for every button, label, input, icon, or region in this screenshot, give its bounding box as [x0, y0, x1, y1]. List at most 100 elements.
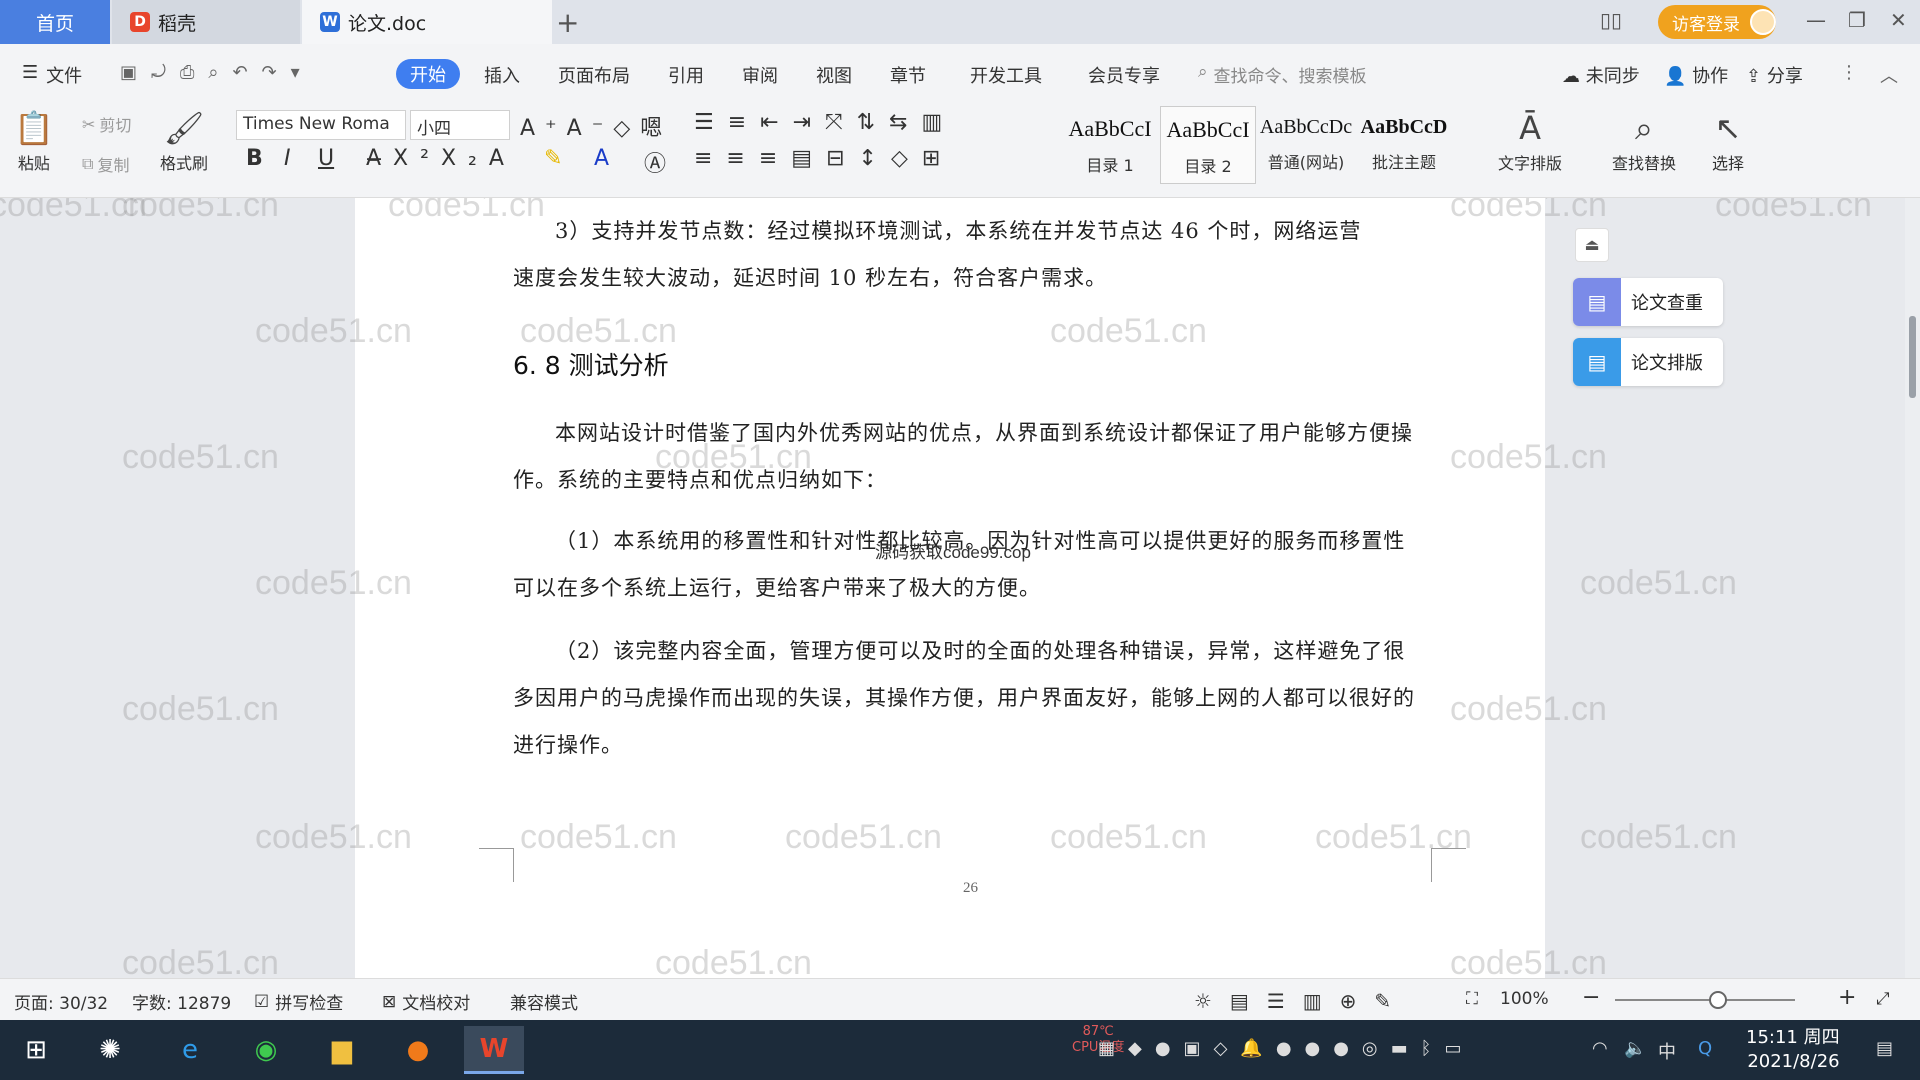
menu-reference[interactable]: 引用: [668, 62, 704, 88]
font-size-select[interactable]: 小四: [410, 110, 510, 140]
tab-home[interactable]: 首页: [0, 0, 110, 44]
search-icon: ⌕: [1198, 62, 1208, 82]
italic-button[interactable]: I: [284, 146, 291, 171]
vertical-scrollbar[interactable]: [1905, 198, 1920, 978]
paste-label: 粘贴: [17, 154, 50, 173]
wifi-icon[interactable]: ◠: [1592, 1038, 1608, 1059]
zoom-slider[interactable]: [1615, 999, 1795, 1001]
zoom-in-icon[interactable]: +: [1838, 985, 1856, 1010]
paste-button[interactable]: 📋 粘贴: [14, 106, 54, 174]
underline-button[interactable]: U: [318, 146, 334, 171]
paragraph-point-1: （1）本系统用的移置性和针对性都比较高。因为针对性高可以提供更好的服务而移置性可…: [513, 529, 1406, 600]
minimize-icon[interactable]: —: [1806, 8, 1826, 32]
style-normal-web[interactable]: AaBbCcDc 普通(网站): [1258, 106, 1354, 184]
style-comment-subject[interactable]: AaBbCcD 批注主题: [1356, 106, 1452, 184]
more-icon[interactable]: ⋮: [1840, 62, 1858, 83]
text-layout-button[interactable]: Ā 文字排版: [1498, 106, 1562, 174]
bold-button[interactable]: B: [246, 146, 263, 171]
zoom-slider-knob[interactable]: [1709, 991, 1727, 1009]
spell-check-button[interactable]: ☑ 拼写检查: [254, 989, 343, 1015]
search-placeholder: 查找命令、搜索模板: [1213, 67, 1367, 87]
share-button[interactable]: ⇪ 分享: [1746, 62, 1803, 88]
restore-icon[interactable]: ❐: [1848, 8, 1866, 32]
menu-dev-tools[interactable]: 开发工具: [970, 62, 1042, 88]
windows-start-icon[interactable]: ⊞: [6, 1026, 66, 1074]
thesis-check-button[interactable]: ▤ 论文查重: [1573, 278, 1723, 326]
collab-button[interactable]: 👤 协作: [1664, 62, 1728, 88]
quick-access-icons[interactable]: ▣⤾⎙⌕↶↷▾: [120, 62, 314, 83]
tab-daoke[interactable]: D 稻壳: [112, 0, 300, 44]
menu-view[interactable]: 视图: [816, 62, 852, 88]
layout-icon[interactable]: ▯▯: [1600, 8, 1622, 32]
sync-button[interactable]: ☁ 未同步: [1562, 62, 1640, 88]
tab-document-label: 论文.doc: [348, 12, 427, 35]
menu-chapter[interactable]: 章节: [890, 62, 926, 88]
doc-proof-button[interactable]: ⊠ 文档校对: [382, 989, 471, 1015]
font-color-icon[interactable]: A: [594, 146, 609, 171]
menu-review[interactable]: 审阅: [742, 62, 778, 88]
char-border-icon[interactable]: Ⓐ: [644, 146, 666, 178]
style-toc2[interactable]: AaBbCcI 目录 2: [1160, 106, 1256, 184]
zoom-out-icon[interactable]: −: [1582, 985, 1600, 1010]
style-toc1[interactable]: AaBbCcI 目录 1: [1062, 106, 1158, 184]
text-effects-buttons[interactable]: A̶X²X₂A: [366, 146, 516, 171]
fit-page-icon[interactable]: ⛶: [1466, 989, 1478, 1009]
select-button[interactable]: ↖ 选择: [1712, 106, 1744, 174]
notification-icon[interactable]: ▤: [1876, 1038, 1893, 1059]
find-replace-button[interactable]: ⌕ 查找替换: [1612, 106, 1676, 174]
file-explorer-icon[interactable]: ▆: [312, 1026, 372, 1074]
copy-button[interactable]: ⧉ 复制: [82, 152, 129, 176]
word-count[interactable]: 字数: 12879: [132, 989, 231, 1014]
find-replace-label: 查找替换: [1612, 154, 1677, 173]
style-name: 目录 2: [1184, 157, 1232, 176]
thesis-layout-button[interactable]: ▤ 论文排版: [1573, 338, 1723, 386]
ie-browser-icon[interactable]: e: [160, 1026, 220, 1074]
format-painter-button[interactable]: 🖌 格式刷: [160, 106, 208, 174]
scroll-thumb[interactable]: [1909, 316, 1916, 398]
text-layout-label: 文字排版: [1498, 154, 1563, 173]
document-page[interactable]: 3）支持并发节点数：经过模拟环境测试，本系统在并发节点达 46 个时，网络运营 …: [355, 198, 1545, 978]
collapse-ribbon-icon[interactable]: ︿: [1880, 62, 1898, 88]
copy-label: 复制: [97, 156, 130, 175]
wps-writer-icon[interactable]: W: [464, 1026, 524, 1074]
watermark: code51.cn: [122, 198, 279, 224]
volume-icon[interactable]: 🔈: [1624, 1038, 1646, 1059]
zoom-select[interactable]: 100%: [1500, 989, 1549, 1009]
tab-document[interactable]: W 论文.doc: [302, 0, 552, 44]
highlight-icon[interactable]: ✎: [544, 146, 562, 171]
menu-member[interactable]: 会员专享: [1088, 62, 1160, 88]
overlay-watermark-text: 源码获取code99.cop: [875, 543, 1031, 562]
fullscreen-icon[interactable]: ⤢: [1876, 989, 1890, 1009]
brush-icon: 🖌: [163, 109, 205, 147]
login-button[interactable]: 访客登录: [1658, 5, 1776, 39]
paragraph-intro: 本网站设计时借鉴了国内外优秀网站的优点，从界面到系统设计都保证了用户能够方便操作…: [513, 421, 1413, 492]
command-search[interactable]: ⌕ 查找命令、搜索模板: [1198, 62, 1367, 87]
view-mode-icons[interactable]: ☼▤☰▥⊕✎: [1194, 989, 1409, 1013]
menu-file[interactable]: ☰ 文件: [22, 62, 82, 88]
system-tray-icons[interactable]: ▦◆●▣◇🔔●●●◎▬ᛒ▭: [1098, 1038, 1474, 1059]
menu-bar: ☰ 文件 ▣⤾⎙⌕↶↷▾ 开始 插入 页面布局 引用 审阅 视图 章节 开发工具…: [0, 44, 1920, 102]
cut-label: 剪切: [99, 116, 132, 135]
watermark: code51.cn: [122, 690, 279, 728]
collab-label: 协作: [1692, 66, 1729, 87]
media-app-icon[interactable]: ●: [388, 1026, 448, 1074]
taskbar-clock[interactable]: 15:11 周四 2021/8/26: [1746, 1026, 1840, 1074]
align-buttons[interactable]: ≡≡≡▤⊟↕◇⊞: [694, 146, 954, 171]
font-name-select[interactable]: Times New Roma: [236, 110, 406, 140]
list-buttons[interactable]: ☰≡⇤⇥⤧⇅⇆▥: [694, 110, 956, 135]
page-indicator[interactable]: 页面: 30/32: [14, 989, 108, 1014]
close-icon[interactable]: ✕: [1890, 8, 1907, 32]
doc-proof-label: 文档校对: [402, 994, 471, 1014]
ribbon-toolbar: 📋 粘贴 ✂ 剪切 ⧉ 复制 🖌 格式刷 Times New Roma 小四 A⁺A…: [0, 102, 1920, 198]
new-tab-button[interactable]: +: [556, 6, 579, 39]
menu-layout[interactable]: 页面布局: [558, 62, 630, 88]
pinwheel-app-icon[interactable]: ✺: [80, 1026, 140, 1074]
browser-360-icon[interactable]: ◉: [236, 1026, 296, 1074]
menu-insert[interactable]: 插入: [484, 62, 520, 88]
cut-button[interactable]: ✂ 剪切: [82, 112, 131, 136]
font-size-controls[interactable]: A⁺A⁻◇嗯: [520, 110, 672, 142]
menu-start[interactable]: 开始: [396, 59, 460, 89]
input-method-icon[interactable]: Q: [1698, 1038, 1712, 1059]
ime-indicator[interactable]: 中: [1658, 1038, 1676, 1064]
panel-collapse-icon[interactable]: ⏏: [1575, 228, 1609, 262]
